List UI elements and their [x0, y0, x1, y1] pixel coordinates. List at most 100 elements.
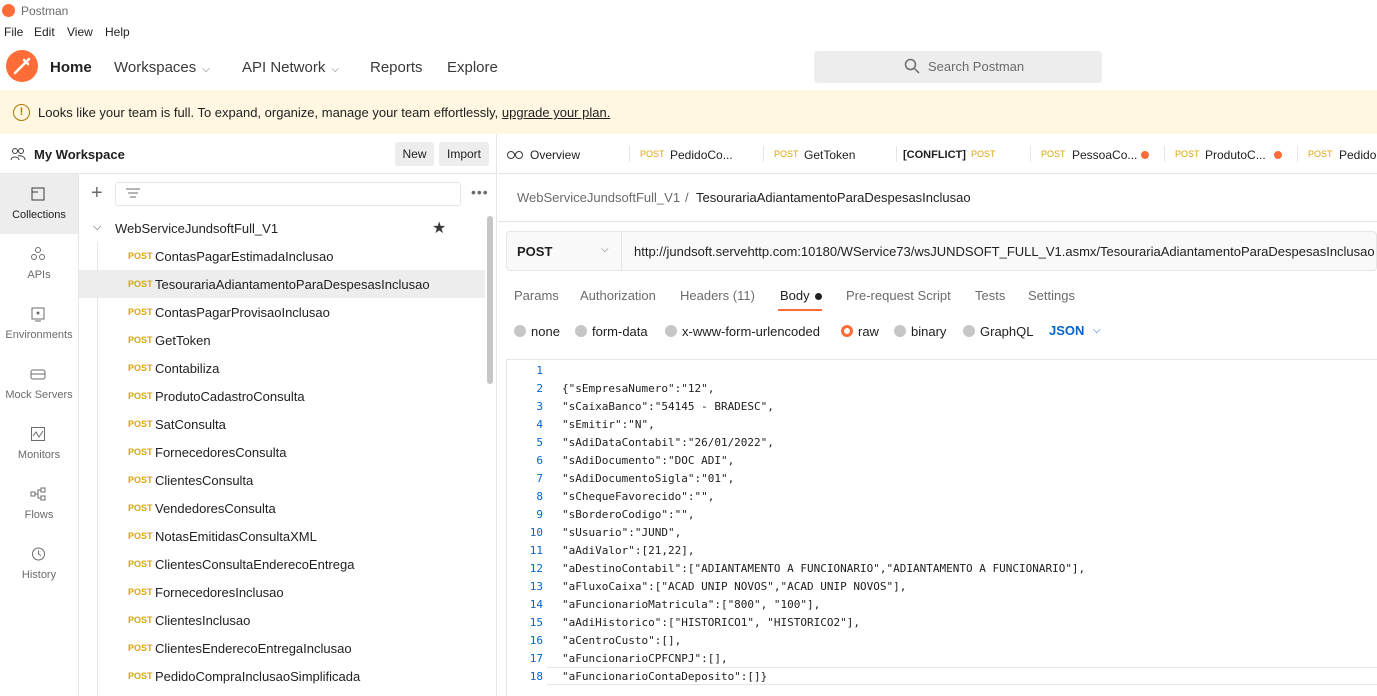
filter-input[interactable] [115, 182, 461, 206]
request-name: ClientesConsulta [155, 473, 254, 488]
tab-authorization[interactable]: Authorization [580, 288, 656, 303]
more-options-icon[interactable]: ••• [471, 184, 489, 200]
request-item[interactable]: POST FornecedoresConsulta [79, 438, 485, 466]
postman-brand-icon[interactable] [6, 50, 38, 82]
request-item[interactable]: POST Contabiliza [79, 354, 485, 382]
request-item[interactable]: POST SatConsulta [79, 410, 485, 438]
request-name: ContasPagarEstimadaInclusao [155, 249, 334, 264]
request-item[interactable]: POST GetToken [79, 326, 485, 354]
tab-body[interactable]: Body [780, 288, 822, 303]
body-type-options: none form-data x-www-form-urlencoded raw… [498, 318, 1377, 344]
line-number: 5 [536, 436, 543, 449]
tab-method: POST [640, 149, 665, 159]
url-input[interactable]: http://jundsoft.servehttp.com:10180/WSer… [634, 244, 1377, 259]
radio-none[interactable] [514, 325, 526, 337]
tab-label: PedidoC [1339, 148, 1377, 162]
request-method: POST [128, 335, 153, 345]
code-line: "sUsuario":"JUND", [562, 526, 682, 539]
code-editor[interactable]: 1 2 {"sEmpresaNumero":"12", 3 "sCaixaBanco":… [506, 359, 1377, 696]
star-icon[interactable]: ★ [432, 218, 446, 238]
search-box[interactable]: Search Postman [814, 51, 1102, 83]
request-method: POST [128, 587, 153, 597]
radio-urlencoded[interactable] [665, 325, 677, 337]
menu-edit[interactable]: Edit [34, 25, 55, 39]
rail-apis[interactable]: APIs [0, 234, 78, 294]
tab-headers[interactable]: Headers (11) [680, 288, 755, 303]
radio-form-data[interactable] [575, 325, 587, 337]
rail-environments[interactable]: Environments [0, 294, 78, 354]
menu-help[interactable]: Help [105, 25, 130, 39]
tab-produtoc[interactable]: POST ProdutoC... [1165, 134, 1298, 174]
nav-api-network-label: API Network [242, 59, 326, 76]
tab-gettoken[interactable]: POST GetToken [764, 134, 897, 174]
tab-pedidoco[interactable]: POST PedidoCo... [630, 134, 764, 174]
breadcrumb-collection[interactable]: WebServiceJundsoftFull_V1 [517, 190, 680, 205]
title-bar: Postman [0, 0, 1377, 22]
chevron-down-icon: ⌵ [601, 244, 609, 255]
tab-conflict[interactable]: [CONFLICT] POST [897, 134, 1031, 174]
code-line: "sChequeFavorecido":"", [562, 490, 715, 503]
request-item[interactable]: POST ClientesConsulta [79, 466, 485, 494]
nav-reports[interactable]: Reports [370, 59, 423, 76]
tab-tests[interactable]: Tests [975, 288, 1005, 303]
chevron-down-icon[interactable]: ⌵ [1093, 325, 1101, 336]
request-name: NotasEmitidasConsultaXML [155, 529, 317, 544]
request-name: GetToken [155, 333, 211, 348]
request-item[interactable]: POST ProdutoCadastroConsulta [79, 382, 485, 410]
format-select[interactable]: JSON [1049, 323, 1084, 338]
option-binary-label: binary [911, 324, 947, 339]
request-item[interactable]: POST ContasPagarProvisaoInclusao [79, 298, 485, 326]
method-select[interactable]: POST ⌵ [507, 232, 622, 270]
rail-monitors[interactable]: Monitors [0, 414, 78, 474]
nav-api-network[interactable]: API Network ⌵ [242, 59, 339, 76]
chevron-down-icon[interactable]: ⌵ [93, 221, 101, 234]
breadcrumb: WebServiceJundsoftFull_V1 / TesourariaAd… [498, 174, 1377, 222]
nav-workspaces[interactable]: Workspaces ⌵ [114, 59, 210, 76]
tab-overview[interactable]: Overview [498, 134, 630, 174]
request-name: FornecedoresConsulta [155, 445, 287, 460]
rail-history[interactable]: History [0, 534, 78, 594]
rail-mock-servers[interactable]: Mock Servers [0, 354, 78, 414]
code-line: "sAdiDataContabil":"26/01/2022", [562, 436, 774, 449]
tab-label: [CONFLICT] [903, 149, 966, 161]
banner-text: Looks like your team is full. To expand,… [38, 105, 502, 120]
menu-view[interactable]: View [67, 25, 93, 39]
tab-pessoaco[interactable]: POST PessoaCo... [1031, 134, 1165, 174]
line-number: 1 [536, 364, 543, 377]
rail-flows[interactable]: Flows [0, 474, 78, 534]
tab-pedidoc[interactable]: POST PedidoC [1298, 134, 1377, 174]
add-collection-icon[interactable]: + [91, 182, 103, 205]
request-item[interactable]: POST TesourariaAdiantamentoParaDespesasIn… [79, 270, 485, 298]
radio-binary[interactable] [894, 325, 906, 337]
code-line: "aAdiValor":[21,22], [562, 544, 695, 557]
request-item[interactable]: POST ContasPagarEstimadaInclusao [79, 242, 485, 270]
menu-file[interactable]: File [4, 25, 23, 39]
request-item[interactable]: POST FornecedoresInclusao [79, 578, 485, 606]
code-line: "sAdiDocumentoSigla":"01", [562, 472, 735, 485]
request-item[interactable]: POST ClientesInclusao [79, 606, 485, 634]
request-item[interactable]: POST VendedoresConsulta [79, 494, 485, 522]
sidebar-scrollbar[interactable] [487, 216, 493, 384]
radio-raw[interactable] [841, 325, 853, 337]
request-item[interactable]: POST ClientesEnderecoEntregaInclusao [79, 634, 485, 662]
rail-collections[interactable]: Collections [0, 174, 78, 234]
nav-home[interactable]: Home [50, 59, 92, 76]
request-item[interactable]: POST NotasEmitidasConsultaXML [79, 522, 485, 550]
import-button[interactable]: Import [439, 142, 489, 166]
unsaved-dot [1274, 151, 1282, 159]
request-item[interactable]: POST PedidoCompraInclusaoSimplificada [79, 662, 485, 690]
team-full-banner: ! Looks like your team is full. To expan… [0, 90, 1377, 134]
request-item[interactable]: POST ClientesConsultaEnderecoEntrega [79, 550, 485, 578]
radio-graphql[interactable] [963, 325, 975, 337]
tab-prerequest-script[interactable]: Pre-request Script [846, 288, 951, 303]
tab-settings[interactable]: Settings [1028, 288, 1075, 303]
tab-label: ProdutoC... [1205, 148, 1266, 162]
nav-explore[interactable]: Explore [447, 59, 498, 76]
upgrade-plan-link[interactable]: upgrade your plan. [502, 105, 610, 120]
collection-item[interactable]: ⌵ WebServiceJundsoftFull_V1 ★ [79, 214, 485, 242]
new-button[interactable]: New [395, 142, 434, 166]
body-indicator-dot [814, 293, 822, 301]
unsaved-dot [1141, 151, 1149, 159]
tab-params[interactable]: Params [514, 288, 559, 303]
breadcrumb-request[interactable]: TesourariaAdiantamentoParaDespesasInclus… [696, 190, 971, 205]
